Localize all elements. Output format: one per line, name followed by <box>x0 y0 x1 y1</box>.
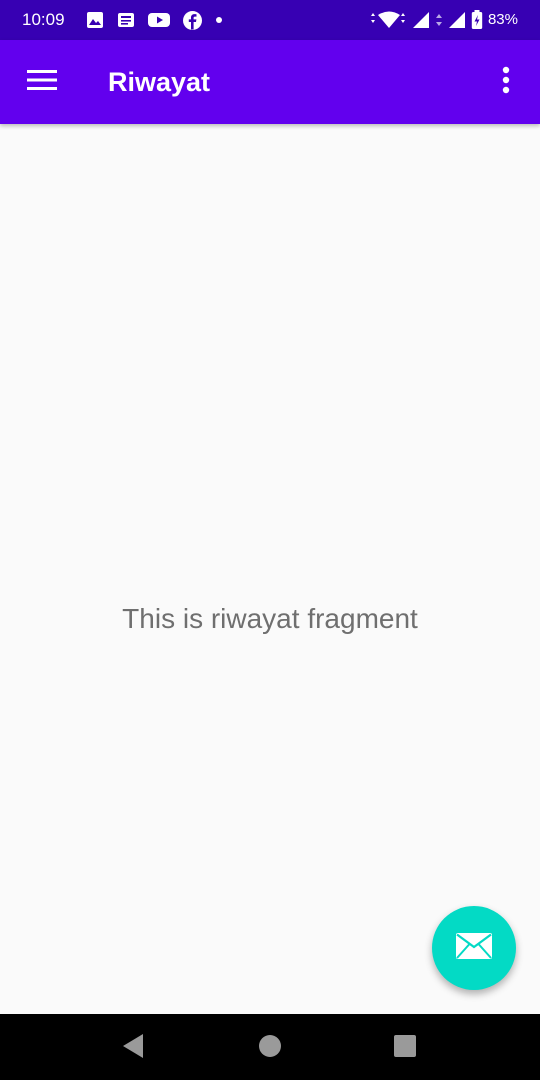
back-button[interactable] <box>113 1028 153 1068</box>
menu-button[interactable] <box>14 58 70 106</box>
home-icon <box>258 1034 282 1063</box>
status-system-icons: 83% <box>364 9 518 31</box>
news-icon <box>117 11 135 29</box>
email-fab-button[interactable] <box>432 906 516 990</box>
more-vert-icon <box>502 66 510 99</box>
wifi-icon <box>369 11 407 29</box>
status-bar: 10:09 83% <box>0 0 540 40</box>
recents-button[interactable] <box>385 1028 425 1068</box>
signal-icon <box>412 11 430 29</box>
email-icon <box>456 932 492 964</box>
app-bar: Riwayat <box>0 40 540 124</box>
system-navigation-bar <box>0 1014 540 1080</box>
status-time: 10:09 <box>22 10 65 29</box>
overflow-menu-button[interactable] <box>486 58 526 106</box>
recents-icon <box>394 1034 416 1062</box>
youtube-icon <box>148 12 170 28</box>
dot-icon <box>215 16 223 24</box>
fragment-container: This is riwayat fragment <box>0 124 540 1014</box>
back-icon <box>121 1033 145 1064</box>
status-notification-icons <box>86 10 236 30</box>
battery-icon <box>471 10 483 30</box>
home-button[interactable] <box>250 1028 290 1068</box>
gallery-icon <box>86 11 104 29</box>
fragment-message: This is riwayat fragment <box>122 603 418 634</box>
hamburger-menu-icon <box>27 69 57 96</box>
battery-percent: 83% <box>487 11 518 28</box>
signal-arrows-icon <box>435 12 443 28</box>
facebook-icon <box>183 10 202 30</box>
page-title: Riwayat <box>108 67 211 97</box>
signal-icon <box>448 11 466 29</box>
